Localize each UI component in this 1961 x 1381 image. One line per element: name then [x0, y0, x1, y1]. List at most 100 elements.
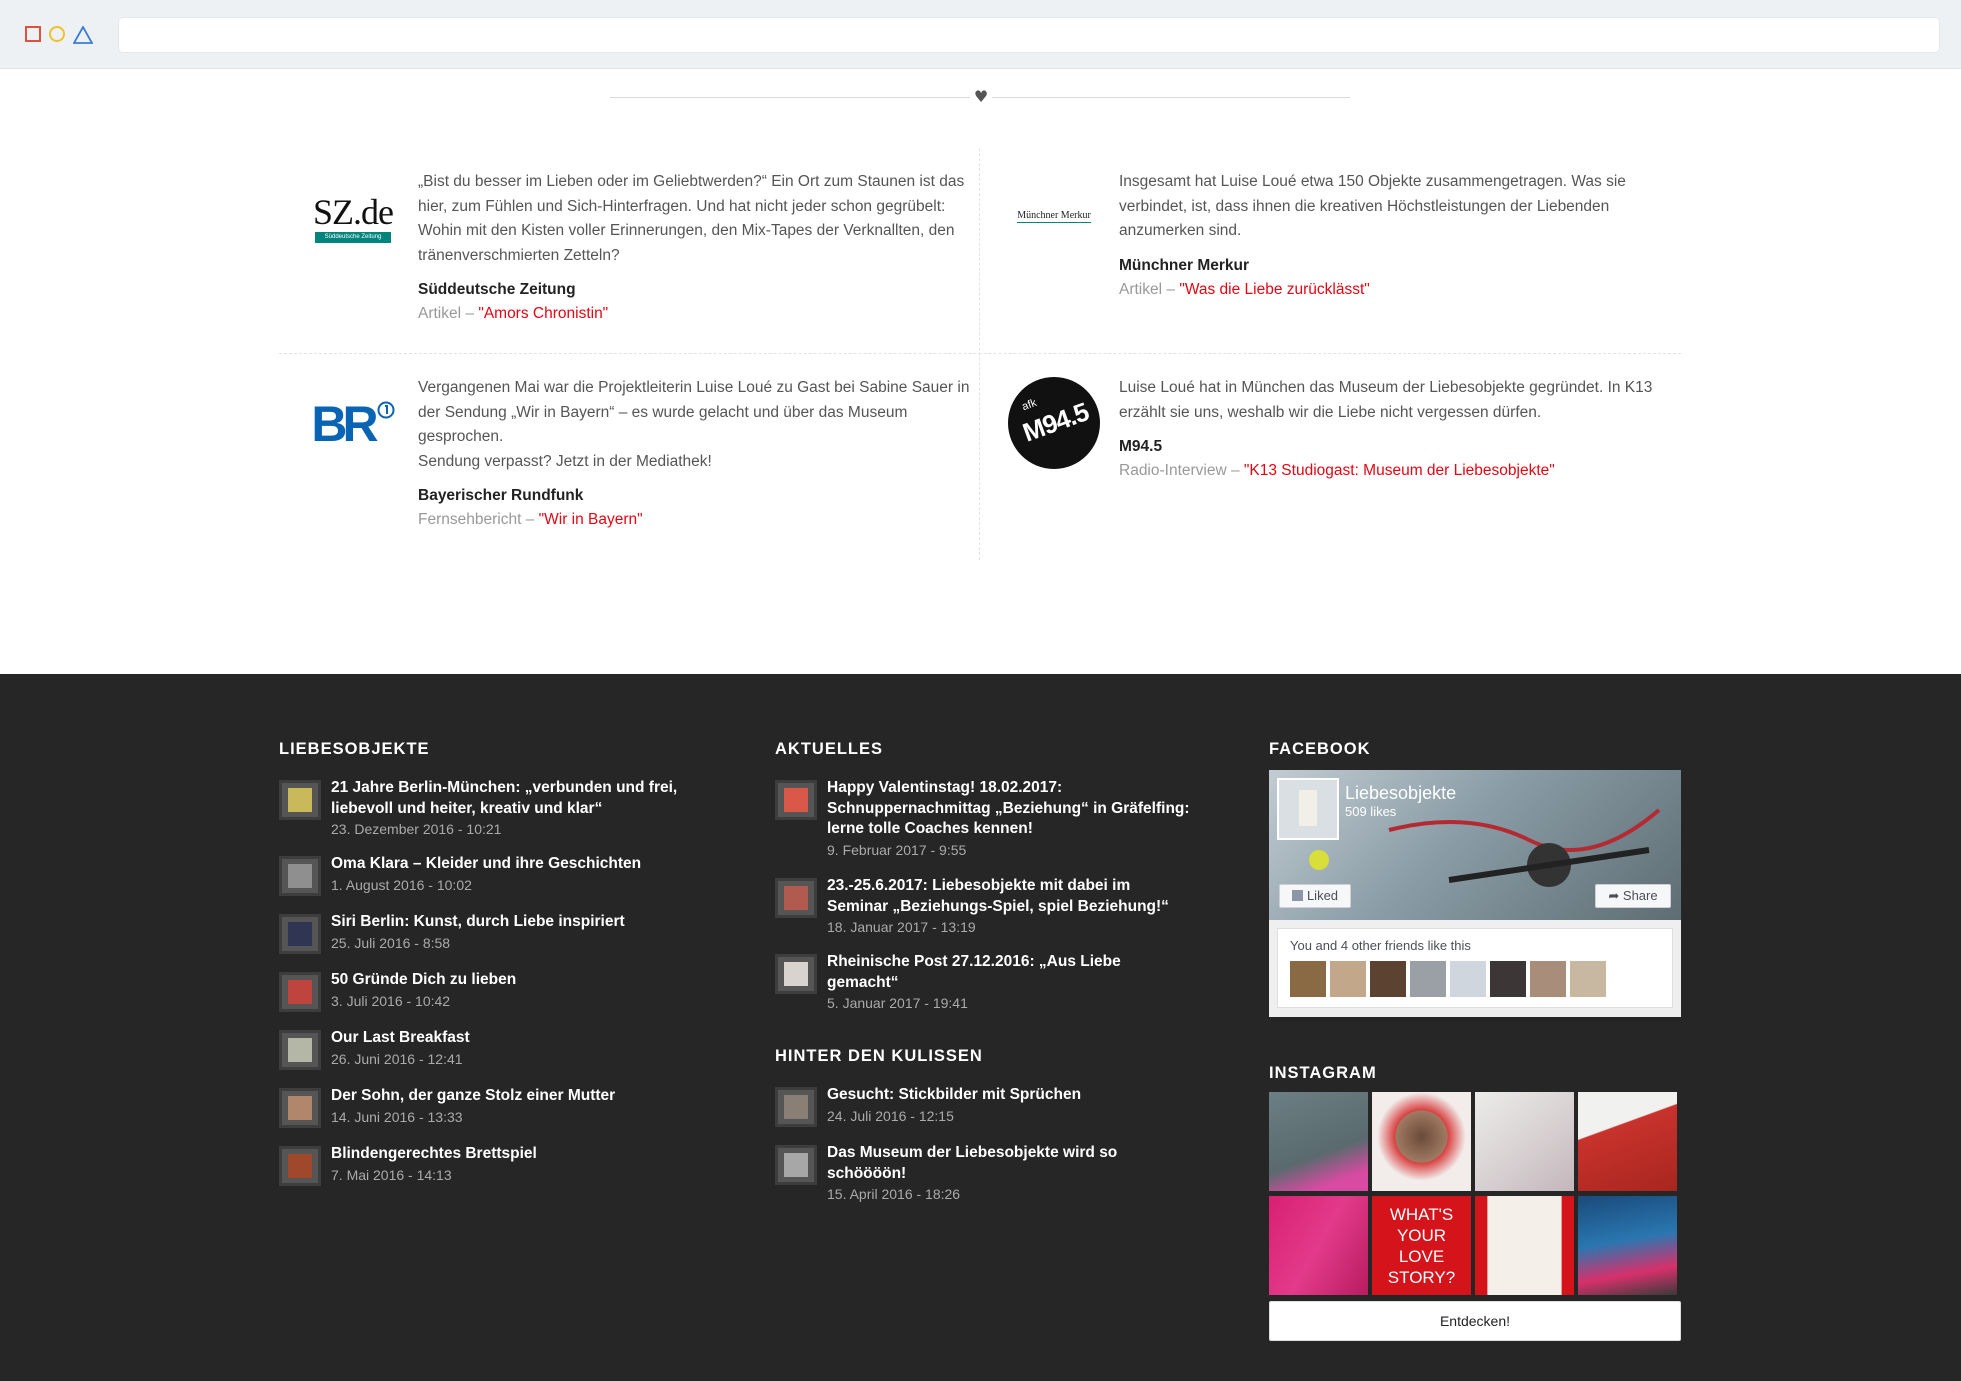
post-date: 1. August 2016 - 10:02	[331, 876, 472, 893]
share-arrow-icon: ➦	[1608, 888, 1623, 903]
post-thumbnail	[279, 1030, 321, 1070]
post-thumbnail	[279, 914, 321, 954]
friend-avatar[interactable]	[1410, 961, 1446, 997]
m945-logo: afk M94.5	[1004, 376, 1104, 470]
press-meta: Artikel – "Was die Liebe zurücklässt"	[1119, 278, 1679, 302]
list-item[interactable]: 50 Gründe Dich zu lieben 3. Juli 2016 - 1…	[279, 970, 699, 1028]
instagram-photo[interactable]	[1578, 1092, 1677, 1191]
post-thumbnail	[775, 1145, 817, 1185]
like-label: Liked	[1306, 888, 1339, 903]
press-quote: Insgesamt hat Luise Loué etwa 150 Objekt…	[1119, 173, 1626, 239]
press-item-sz: SZ.de Süddeutsche Zeitung „Bist du besse…	[313, 170, 978, 326]
post-thumbnail	[279, 856, 321, 896]
post-date: 15. April 2016 - 18:26	[827, 1186, 961, 1202]
post-title[interactable]: Our Last Breakfast	[331, 1028, 699, 1049]
post-thumbnail	[775, 780, 817, 820]
window-close-button[interactable]	[25, 26, 41, 42]
br-logo: BR	[303, 394, 403, 454]
friend-avatar[interactable]	[1370, 961, 1406, 997]
post-title[interactable]: Das Museum der Liebesobjekte wird so sch…	[827, 1143, 1195, 1184]
post-title[interactable]: 50 Gründe Dich zu lieben	[331, 970, 699, 991]
post-title[interactable]: Siri Berlin: Kunst, durch Liebe inspirie…	[331, 912, 699, 933]
press-source: Süddeutsche Zeitung	[418, 281, 576, 298]
post-title[interactable]: 23.-25.6.2017: Liebesobjekte mit dabei i…	[827, 876, 1195, 917]
instagram-photo[interactable]	[1269, 1092, 1368, 1191]
post-date: 23. Dezember 2016 - 10:21	[331, 821, 502, 837]
grid-divider-horizontal	[279, 353, 1681, 354]
list-item[interactable]: 21 Jahre Berlin-München: „verbunden und …	[279, 778, 699, 854]
post-title[interactable]: Der Sohn, der ganze Stolz einer Mutter	[331, 1086, 699, 1107]
window-minimize-button[interactable]	[49, 26, 65, 42]
address-bar[interactable]	[118, 17, 1940, 53]
press-source: Bayerischer Rundfunk	[418, 487, 584, 504]
instagram-photo[interactable]	[1372, 1092, 1471, 1191]
meta-separator: –	[461, 305, 479, 322]
facebook-like-button[interactable]: Liked	[1279, 884, 1351, 908]
post-thumbnail	[279, 972, 321, 1012]
list-item[interactable]: Der Sohn, der ganze Stolz einer Mutter 14…	[279, 1086, 699, 1144]
instagram-photo-love-story[interactable]: WHAT'S YOUR LOVE STORY?	[1372, 1196, 1471, 1295]
sz-logo-text: SZ.de	[313, 191, 394, 232]
list-item[interactable]: Siri Berlin: Kunst, durch Liebe inspirie…	[279, 912, 699, 970]
friend-avatar[interactable]	[1290, 961, 1326, 997]
window-maximize-button[interactable]	[73, 26, 93, 44]
post-title[interactable]: Oma Klara – Kleider und ihre Geschichten	[331, 854, 699, 875]
aktuelles-list: Happy Valentinstag! 18.02.2017: Schnuppe…	[775, 778, 1195, 1011]
press-type: Radio-Interview	[1119, 462, 1227, 479]
hinter-den-kulissen-list: Gesucht: Stickbilder mit Sprüchen 24. Jul…	[775, 1085, 1195, 1202]
press-meta: Fernsehbericht – "Wir in Bayern"	[418, 508, 978, 532]
footer-heading-instagram: INSTAGRAM	[1269, 1064, 1377, 1082]
list-item[interactable]: Rheinische Post 27.12.2016: „Aus Liebe g…	[775, 952, 1195, 1011]
post-title[interactable]: Gesucht: Stickbilder mit Sprüchen	[827, 1085, 1195, 1106]
press-type: Artikel	[418, 305, 462, 322]
love-story-text: WHAT'S YOUR LOVE STORY?	[1387, 1204, 1456, 1287]
post-title[interactable]: Rheinische Post 27.12.2016: „Aus Liebe g…	[827, 952, 1195, 993]
list-item[interactable]: Oma Klara – Kleider und ihre Geschichten…	[279, 854, 699, 912]
press-link[interactable]: "Amors Chronistin"	[478, 305, 608, 322]
facebook-page-name[interactable]: Liebesobjekte	[1345, 782, 1456, 804]
facebook-friends-box: You and 4 other friends like this	[1277, 928, 1673, 1008]
friend-avatar[interactable]	[1330, 961, 1366, 997]
post-date: 25. Juli 2016 - 8:58	[331, 934, 451, 951]
press-item-merkur: Münchner Merkur Insgesamt hat Luise Loué…	[1017, 170, 1679, 302]
post-date: 24. Juli 2016 - 12:15	[827, 1107, 954, 1124]
press-link[interactable]: "K13 Studiogast: Museum der Liebesobjekt…	[1244, 462, 1555, 479]
press-quote: „Bist du besser im Lieben oder im Gelieb…	[418, 173, 965, 264]
post-date: 5. Januar 2017 - 19:41	[827, 995, 968, 1011]
friend-avatar[interactable]	[1530, 961, 1566, 997]
friend-avatar[interactable]	[1450, 961, 1486, 997]
meta-separator: –	[1226, 462, 1244, 479]
list-item[interactable]: Happy Valentinstag! 18.02.2017: Schnuppe…	[775, 778, 1195, 876]
post-title[interactable]: 21 Jahre Berlin-München: „verbunden und …	[331, 778, 699, 819]
post-date: 14. Juni 2016 - 13:33	[331, 1108, 463, 1125]
facebook-page-avatar[interactable]	[1277, 778, 1339, 840]
post-thumbnail	[775, 954, 817, 994]
merkur-logo: Münchner Merkur	[1004, 204, 1104, 228]
press-link[interactable]: "Wir in Bayern"	[539, 511, 643, 528]
press-quote-extra: Sendung verpasst? Jetzt in der Mediathek…	[418, 452, 712, 470]
meta-separator: –	[1162, 280, 1180, 298]
instagram-photo[interactable]	[1475, 1092, 1574, 1191]
press-meta: Radio-Interview – "K13 Studiogast: Museu…	[1119, 459, 1679, 483]
press-type: Fernsehbericht	[418, 511, 522, 528]
instagram-entdecken-button[interactable]: Entdecken!	[1269, 1301, 1681, 1341]
post-title[interactable]: Blindengerechtes Brettspiel	[331, 1144, 699, 1165]
press-source: M94.5	[1119, 438, 1163, 455]
instagram-photo[interactable]	[1578, 1196, 1677, 1295]
instagram-photo[interactable]	[1269, 1196, 1368, 1295]
post-date: 3. Juli 2016 - 10:42	[331, 992, 451, 1009]
list-item[interactable]: Our Last Breakfast 26. Juni 2016 - 12:41	[279, 1028, 699, 1086]
instagram-photo[interactable]	[1475, 1196, 1574, 1295]
friend-avatar[interactable]	[1490, 961, 1526, 997]
list-item[interactable]: 23.-25.6.2017: Liebesobjekte mit dabei i…	[775, 876, 1195, 952]
post-date: 9. Februar 2017 - 9:55	[827, 841, 967, 858]
post-thumbnail	[279, 1146, 321, 1186]
post-title[interactable]: Happy Valentinstag! 18.02.2017: Schnuppe…	[827, 778, 1195, 840]
list-item[interactable]: Das Museum der Liebesobjekte wird so sch…	[775, 1143, 1195, 1202]
facebook-share-button[interactable]: ➦ Share	[1595, 884, 1671, 908]
friend-avatar[interactable]	[1570, 961, 1606, 997]
heart-icon: ♥	[970, 86, 992, 108]
list-item[interactable]: Blindengerechtes Brettspiel 7. Mai 2016 -…	[279, 1144, 699, 1202]
list-item[interactable]: Gesucht: Stickbilder mit Sprüchen 24. Jul…	[775, 1085, 1195, 1143]
press-link[interactable]: "Was die Liebe zurücklässt"	[1179, 281, 1369, 298]
